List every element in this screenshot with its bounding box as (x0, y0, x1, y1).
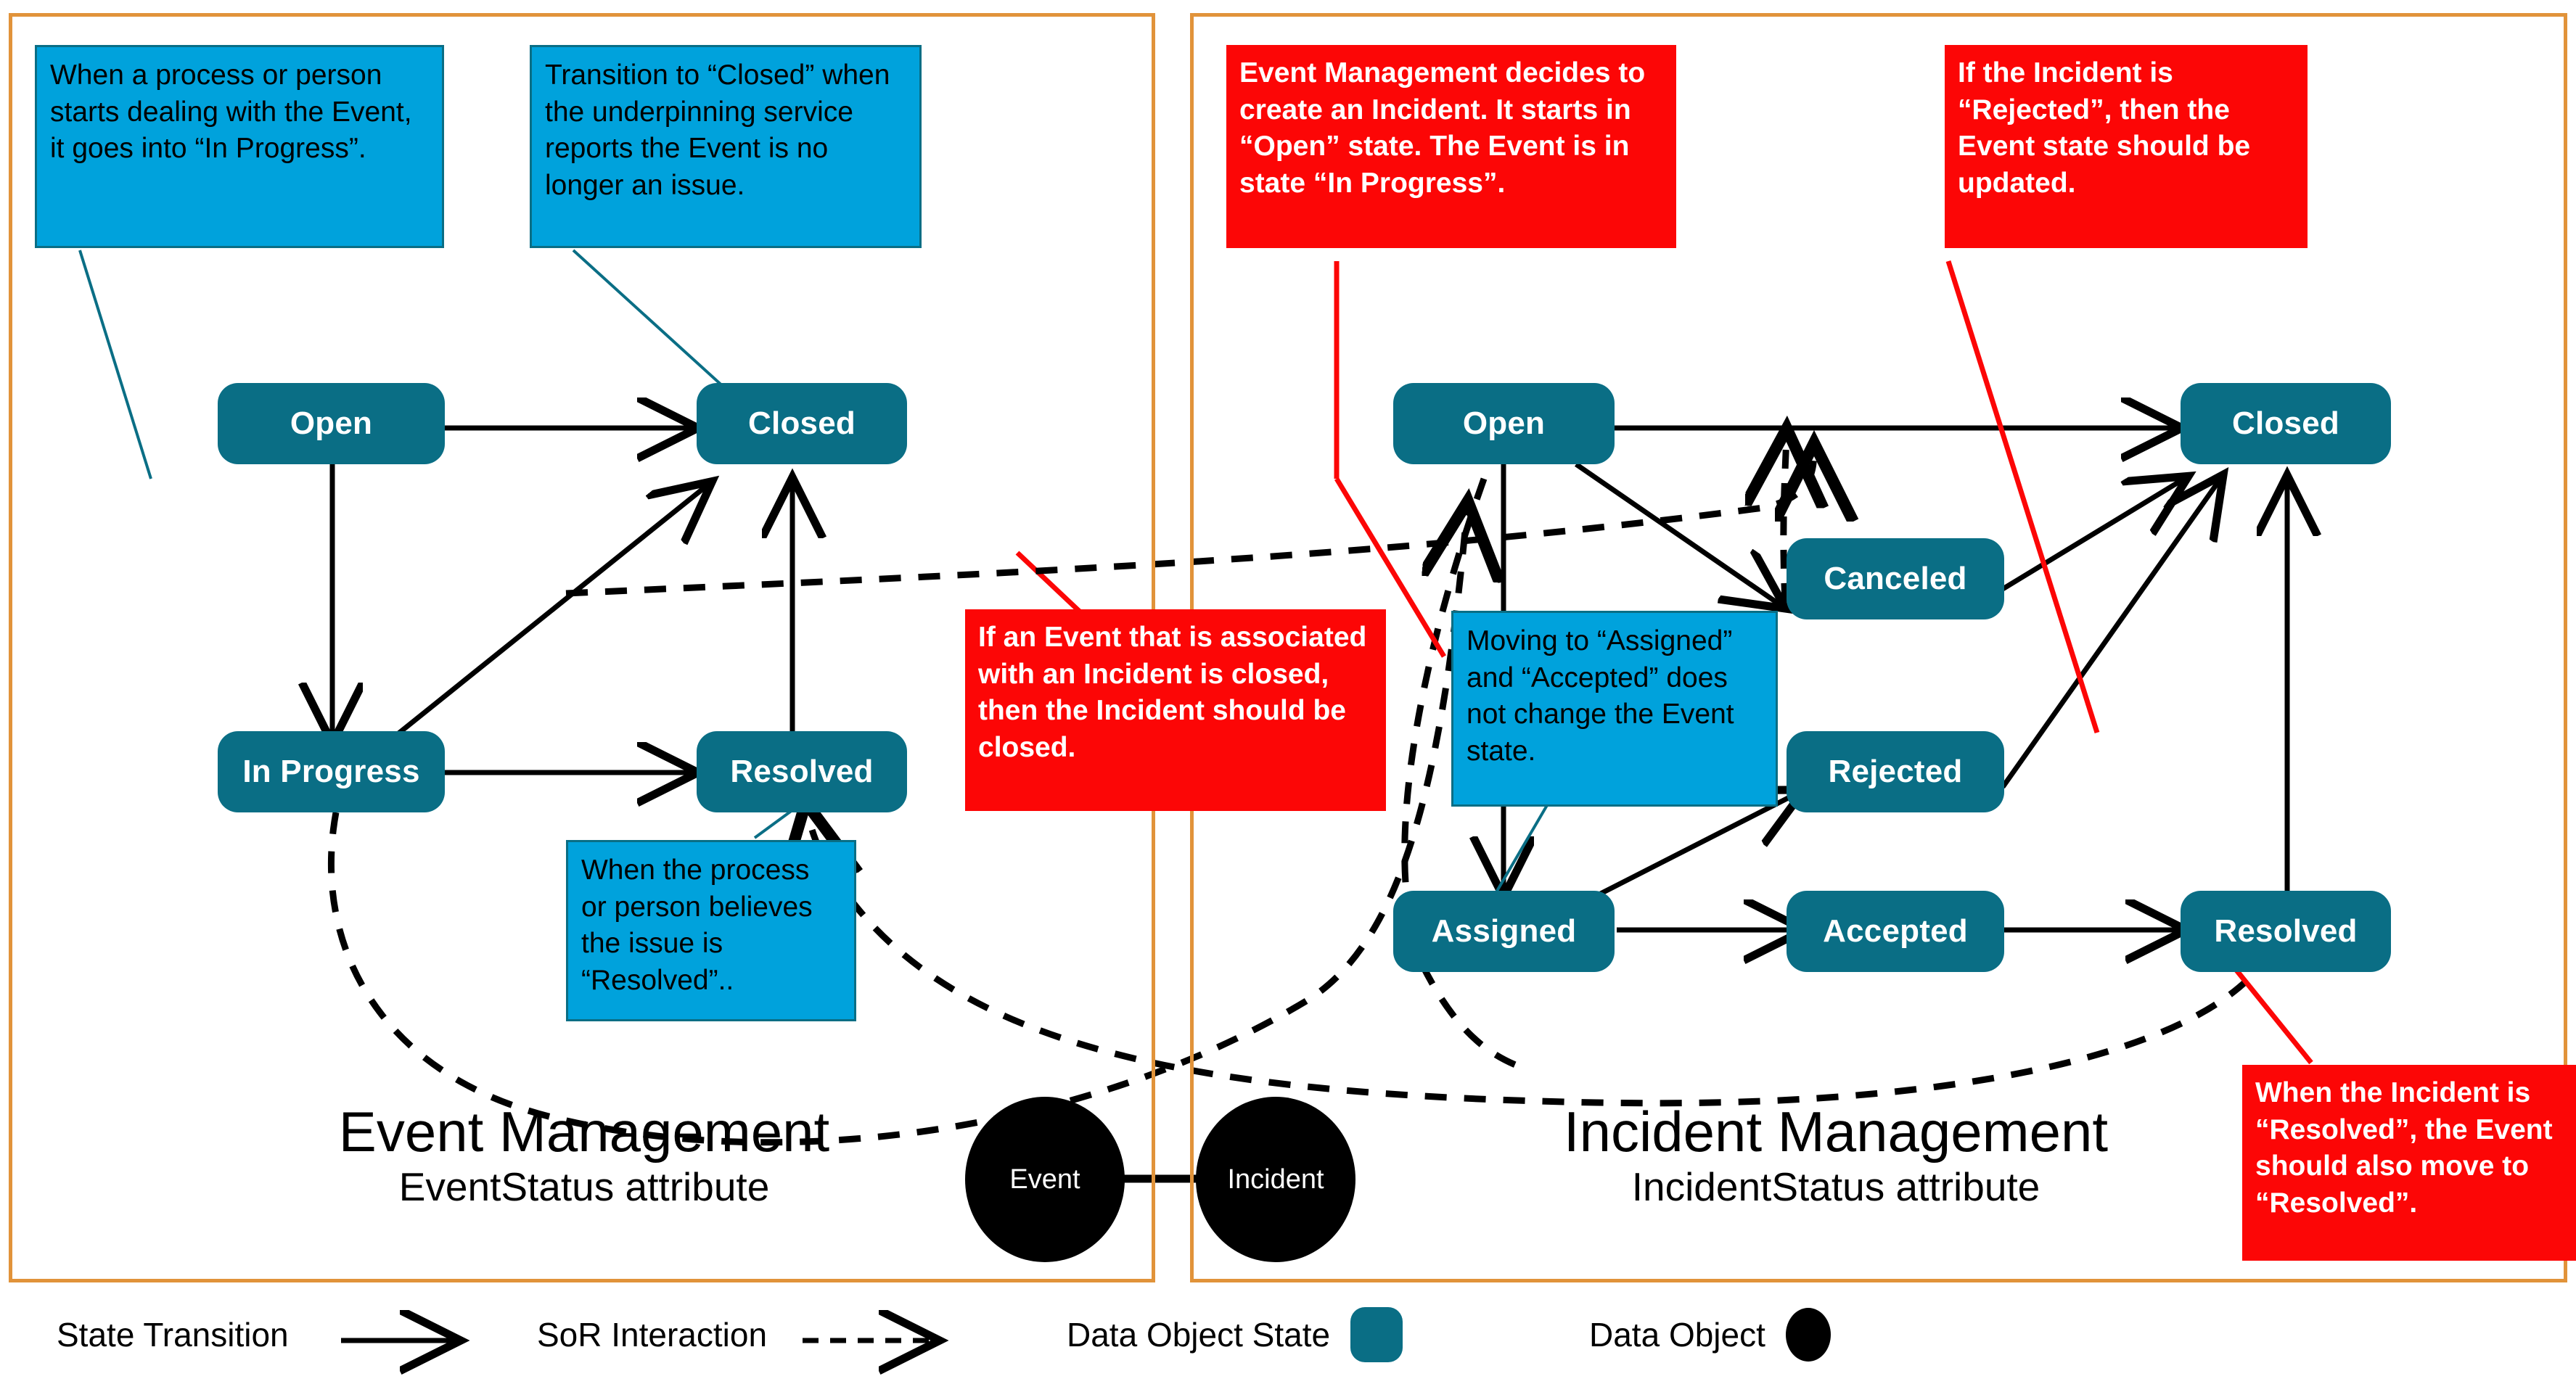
panel-title-sub: IncidentStatus attribute (1631, 1164, 2040, 1209)
state-node-incident-assigned[interactable]: Assigned (1393, 891, 1615, 972)
legend-label: Data Object (1589, 1316, 1765, 1354)
note-event-closed: Transition to “Closed” when the underpin… (530, 45, 922, 248)
panel-title-main: Event Management (338, 1100, 830, 1164)
note-text: When the process or person believes the … (581, 854, 813, 997)
state-label: Open (1462, 405, 1546, 441)
data-object-incident[interactable]: Incident (1196, 1097, 1355, 1262)
note-assigned-accepted: Moving to “Assigned” and “Accepted” does… (1451, 611, 1778, 807)
data-object-label: Incident (1227, 1164, 1324, 1195)
note-text: Moving to “Assigned” and “Accepted” does… (1467, 625, 1734, 767)
state-label: Accepted (1823, 913, 1968, 949)
state-node-event-closed[interactable]: Closed (697, 383, 907, 464)
legend-item-data-object-state: Data Object State (1067, 1298, 1403, 1371)
rounded-rect-swatch-icon (1350, 1307, 1403, 1362)
state-label: Resolved (2214, 913, 2358, 949)
note-text: If the Incident is “Rejected”, then the … (1958, 57, 2251, 199)
state-node-incident-closed[interactable]: Closed (2181, 383, 2391, 464)
note-incident-rejected: If the Incident is “Rejected”, then the … (1945, 45, 2308, 248)
state-node-incident-accepted[interactable]: Accepted (1787, 891, 2004, 972)
note-text: When the Incident is “Resolved”, the Eve… (2255, 1077, 2553, 1219)
legend-label: State Transition (57, 1316, 289, 1354)
legend-item-sor-interaction: SoR Interaction (537, 1298, 787, 1371)
state-node-incident-open[interactable]: Open (1393, 383, 1615, 464)
note-text: Transition to “Closed” when the underpin… (545, 59, 890, 202)
diagram-canvas: Closed(Incident) : long horizontal dashe… (0, 0, 2576, 1392)
panel-title-sub: EventStatus attribute (398, 1164, 770, 1209)
state-node-event-resolved[interactable]: Resolved (697, 731, 907, 812)
note-text: If an Event that is associated with an I… (978, 622, 1367, 764)
legend-item-data-object: Data Object (1589, 1298, 1831, 1371)
state-label: Closed (748, 405, 856, 441)
state-node-event-open[interactable]: Open (218, 383, 445, 464)
note-event-resolved: When the process or person believes the … (566, 840, 856, 1021)
state-label: Assigned (1431, 913, 1577, 949)
panel-title-incident-management: Incident Management IncidentStatus attri… (1466, 1100, 2206, 1212)
state-node-incident-resolved[interactable]: Resolved (2181, 891, 2391, 972)
state-node-event-in-progress[interactable]: In Progress (218, 731, 445, 812)
note-incident-should-be-closed: If an Event that is associated with an I… (965, 609, 1386, 811)
state-node-incident-rejected[interactable]: Rejected (1787, 731, 2004, 812)
state-label: Open (290, 405, 373, 441)
panel-title-main: Incident Management (1563, 1100, 2109, 1164)
note-text: Event Management decides to create an In… (1239, 57, 1646, 199)
panel-title-event-management: Event Management EventStatus attribute (239, 1100, 929, 1212)
legend-label: SoR Interaction (537, 1316, 768, 1354)
data-object-event[interactable]: Event (965, 1097, 1125, 1262)
note-incident-resolved: When the Incident is “Resolved”, the Eve… (2242, 1065, 2576, 1261)
circle-swatch-icon (1785, 1308, 1831, 1362)
note-text: When a process or person starts dealing … (50, 59, 412, 165)
legend: State Transition SoR Interaction Data Ob… (0, 1298, 2576, 1385)
legend-item-state-transition: State Transition (57, 1298, 309, 1371)
state-label: In Progress (242, 754, 420, 789)
state-label: Resolved (730, 754, 874, 789)
state-node-incident-canceled[interactable]: Canceled (1787, 538, 2004, 619)
note-event-in-progress: When a process or person starts dealing … (35, 45, 444, 248)
legend-label: Data Object State (1067, 1316, 1331, 1354)
state-label: Rejected (1828, 754, 1963, 789)
data-object-label: Event (1009, 1164, 1080, 1195)
state-label: Canceled (1824, 561, 1967, 596)
note-create-incident: Event Management decides to create an In… (1226, 45, 1676, 248)
state-label: Closed (2232, 405, 2339, 441)
